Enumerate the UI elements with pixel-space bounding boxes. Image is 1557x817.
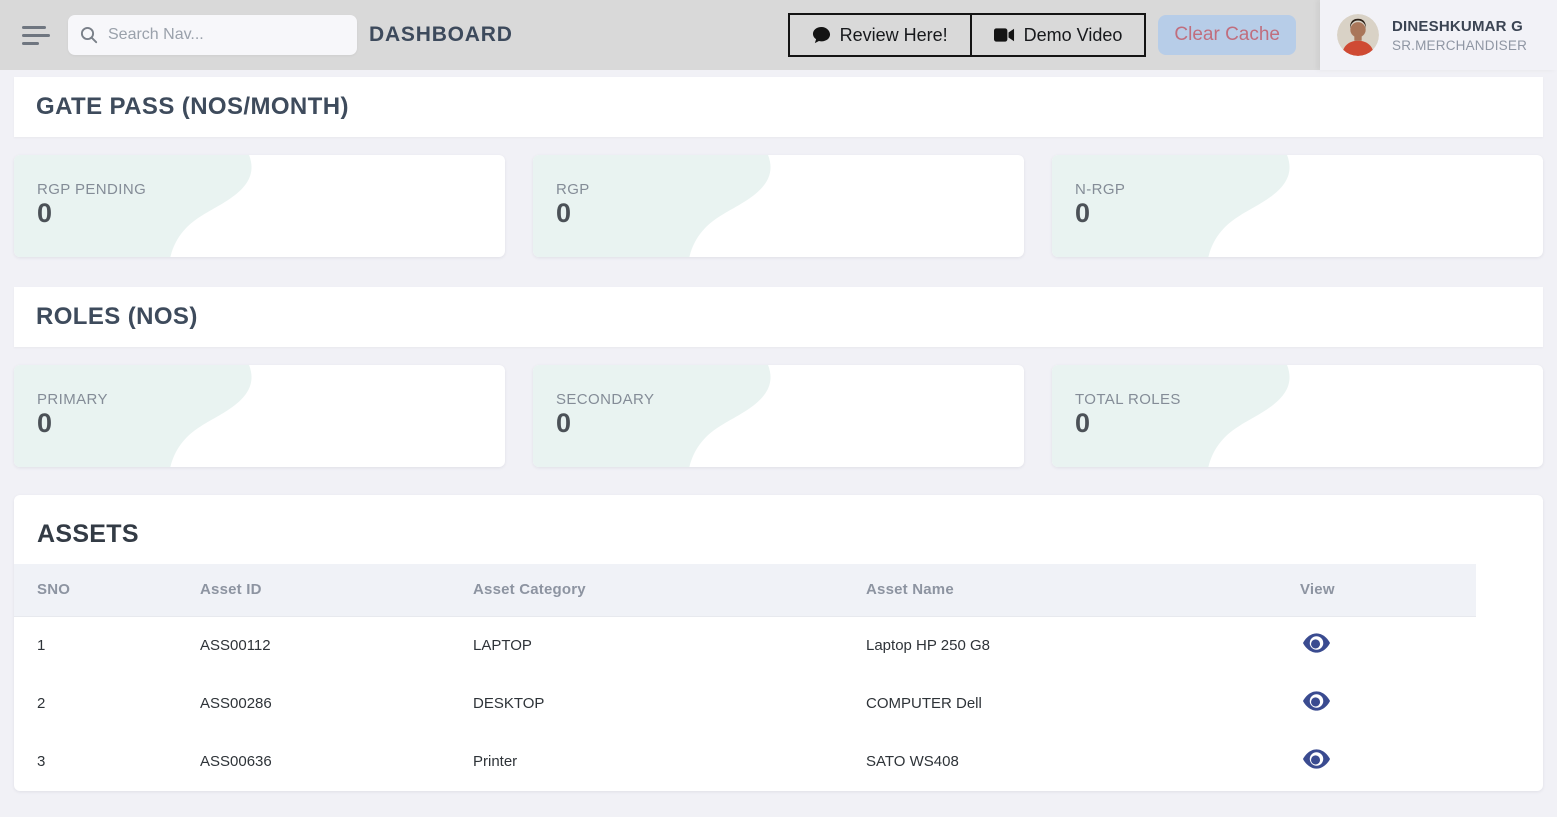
eye-icon xyxy=(1303,691,1330,711)
cell-asset-name: COMPUTER Dell xyxy=(866,674,1300,732)
section-header-roles: ROLES (NOS) xyxy=(14,287,1543,347)
demo-video-button[interactable]: Demo Video xyxy=(970,15,1145,55)
stat-card-primary: PRIMARY 0 xyxy=(14,365,505,467)
review-here-button[interactable]: Review Here! xyxy=(790,15,970,55)
stat-label: RGP xyxy=(556,181,1024,198)
clear-cache-button[interactable]: Clear Cache xyxy=(1158,15,1296,55)
column-header-view: View xyxy=(1300,564,1476,616)
page-title: DASHBOARD xyxy=(369,23,513,47)
stat-label: RGP PENDING xyxy=(37,181,505,198)
stat-card-rgp: RGP 0 xyxy=(533,155,1024,257)
hamburger-icon[interactable] xyxy=(22,24,52,46)
stat-label: PRIMARY xyxy=(37,391,505,408)
search-input[interactable] xyxy=(108,26,345,44)
cell-asset-category: DESKTOP xyxy=(473,674,866,732)
section-title: GATE PASS (NOS/MONTH) xyxy=(36,93,349,121)
demo-video-label: Demo Video xyxy=(1024,25,1123,46)
stat-value: 0 xyxy=(37,408,505,439)
stat-value: 0 xyxy=(556,198,1024,229)
topbar: DASHBOARD Review Here! Demo Video Clear … xyxy=(0,0,1557,70)
stat-card-total-roles: TOTAL ROLES 0 xyxy=(1052,365,1543,467)
user-name: DINESHKUMAR G xyxy=(1392,18,1527,35)
section-header-gate-pass: GATE PASS (NOS/MONTH) xyxy=(14,77,1543,137)
topbar-button-group: Review Here! Demo Video xyxy=(788,13,1147,57)
column-header-asset-category: Asset Category xyxy=(473,564,866,616)
column-header-asset-name: Asset Name xyxy=(866,564,1300,616)
column-header-asset-id: Asset ID xyxy=(200,564,473,616)
cell-sno: 1 xyxy=(14,616,200,674)
stat-card-rgp-pending: RGP PENDING 0 xyxy=(14,155,505,257)
table-row: 1 ASS00112 LAPTOP Laptop HP 250 G8 xyxy=(14,616,1476,674)
cell-asset-category: LAPTOP xyxy=(473,616,866,674)
search-icon xyxy=(80,26,98,44)
assets-panel: ASSETS SNO Asset ID Asset Category Asset… xyxy=(14,495,1543,791)
section-title: ROLES (NOS) xyxy=(36,303,198,331)
stat-card-n-rgp: N-RGP 0 xyxy=(1052,155,1543,257)
stat-value: 0 xyxy=(556,408,1024,439)
view-asset-button[interactable] xyxy=(1303,691,1330,711)
user-profile[interactable]: DINESHKUMAR G SR.MERCHANDISER xyxy=(1320,0,1557,70)
main-content: GATE PASS (NOS/MONTH) RGP PENDING 0 RGP … xyxy=(0,77,1557,791)
column-header-sno: SNO xyxy=(14,564,200,616)
user-role: SR.MERCHANDISER xyxy=(1392,38,1527,53)
cell-asset-name: SATO WS408 xyxy=(866,732,1300,790)
cell-asset-id: ASS00112 xyxy=(200,616,473,674)
stat-label: SECONDARY xyxy=(556,391,1024,408)
cell-sno: 3 xyxy=(14,732,200,790)
roles-cards: PRIMARY 0 SECONDARY 0 TOTAL ROLES 0 xyxy=(14,365,1543,467)
view-asset-button[interactable] xyxy=(1303,633,1330,653)
stat-value: 0 xyxy=(1075,408,1543,439)
stat-label: TOTAL ROLES xyxy=(1075,391,1543,408)
view-asset-button[interactable] xyxy=(1303,749,1330,769)
cell-asset-id: ASS00286 xyxy=(200,674,473,732)
video-camera-icon xyxy=(994,27,1015,43)
cell-sno: 2 xyxy=(14,674,200,732)
avatar xyxy=(1337,14,1379,56)
gate-pass-cards: RGP PENDING 0 RGP 0 N-RGP 0 xyxy=(14,155,1543,257)
stat-label: N-RGP xyxy=(1075,181,1543,198)
cell-asset-name: Laptop HP 250 G8 xyxy=(866,616,1300,674)
stat-value: 0 xyxy=(1075,198,1543,229)
user-meta: DINESHKUMAR G SR.MERCHANDISER xyxy=(1392,18,1527,53)
assets-table: SNO Asset ID Asset Category Asset Name V… xyxy=(14,564,1476,790)
speech-bubble-icon xyxy=(812,26,831,45)
table-row: 3 ASS00636 Printer SATO WS408 xyxy=(14,732,1476,790)
stat-value: 0 xyxy=(37,198,505,229)
search-box xyxy=(68,15,357,55)
stat-card-secondary: SECONDARY 0 xyxy=(533,365,1024,467)
review-here-label: Review Here! xyxy=(840,25,948,46)
cell-asset-category: Printer xyxy=(473,732,866,790)
eye-icon xyxy=(1303,749,1330,769)
table-row: 2 ASS00286 DESKTOP COMPUTER Dell xyxy=(14,674,1476,732)
assets-title: ASSETS xyxy=(14,495,1543,564)
table-header-row: SNO Asset ID Asset Category Asset Name V… xyxy=(14,564,1476,616)
eye-icon xyxy=(1303,633,1330,653)
cell-asset-id: ASS00636 xyxy=(200,732,473,790)
